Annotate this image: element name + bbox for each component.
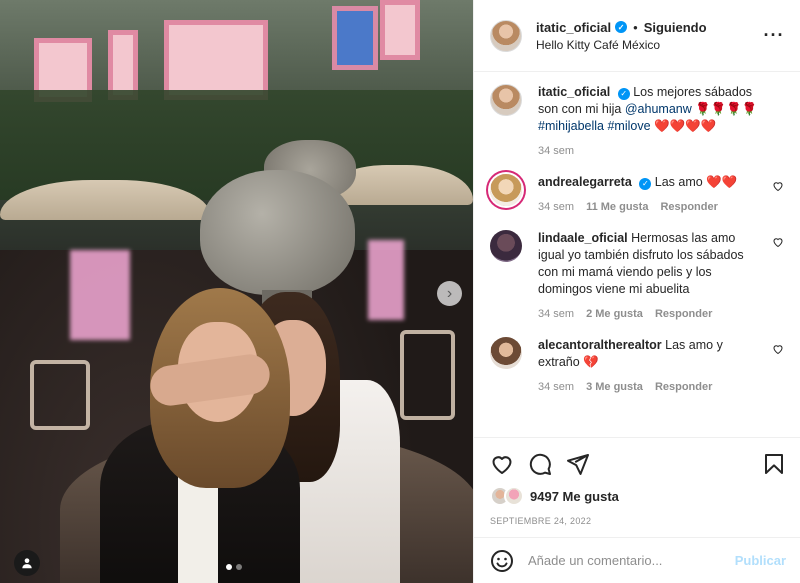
separator-dot: • bbox=[633, 19, 638, 35]
comment-timestamp[interactable]: 34 sem bbox=[538, 306, 574, 323]
carousel-dot bbox=[236, 564, 242, 570]
caption-hashtags[interactable]: #mihijabella #milove bbox=[538, 119, 651, 133]
liker-avatar[interactable] bbox=[504, 486, 524, 506]
building-window bbox=[332, 6, 378, 70]
comment-likes[interactable]: 11 Me gusta bbox=[586, 199, 648, 216]
author-avatar[interactable] bbox=[490, 19, 522, 52]
caption-emojis: 🌹🌹🌹🌹 bbox=[691, 102, 758, 116]
reply-button[interactable]: Responder bbox=[655, 379, 712, 396]
comment: andrealegarreta ✓ Las amo ❤️❤️ 34 sem 11… bbox=[490, 174, 784, 216]
comments-list: itatic_oficial ✓ Los mejores sábados son… bbox=[474, 72, 800, 437]
comment-likes[interactable]: 2 Me gusta bbox=[586, 306, 643, 323]
cafe-chair bbox=[30, 360, 90, 430]
carousel-dot bbox=[226, 564, 232, 570]
next-image-button[interactable]: › bbox=[437, 281, 462, 306]
author-avatar[interactable] bbox=[490, 84, 522, 116]
commenter-avatar[interactable] bbox=[490, 174, 522, 206]
comment-like-icon[interactable] bbox=[772, 236, 784, 248]
reply-button[interactable]: Responder bbox=[660, 199, 717, 216]
comment-timestamp[interactable]: 34 sem bbox=[538, 379, 574, 396]
commenter-username[interactable]: andrealegarreta bbox=[538, 175, 632, 189]
comment-input[interactable] bbox=[528, 553, 735, 568]
comment-composer: Publicar bbox=[474, 537, 800, 583]
comment-like-icon[interactable] bbox=[772, 343, 784, 355]
more-horizontal-icon: ··· bbox=[763, 25, 785, 45]
comment-bubble-icon[interactable] bbox=[528, 452, 552, 476]
smiley-icon[interactable] bbox=[490, 549, 514, 573]
comment: alecantoraltherealtor Las amo y extraño … bbox=[490, 337, 784, 396]
user-tag-button[interactable] bbox=[14, 550, 40, 576]
commenter-username[interactable]: lindaale_oficial bbox=[538, 231, 628, 245]
post-sidebar: itatic_oficial ✓ • Siguiendo Hello Kitty… bbox=[473, 0, 800, 583]
bookmark-icon[interactable] bbox=[762, 452, 786, 476]
verified-badge-icon: ✓ bbox=[639, 177, 652, 190]
cafe-chair bbox=[400, 330, 455, 420]
verified-badge-icon: ✓ bbox=[617, 87, 630, 100]
user-tag-icon bbox=[22, 558, 32, 569]
heart-outline-icon[interactable] bbox=[490, 452, 514, 476]
carousel-indicator bbox=[226, 564, 242, 570]
likes-summary: 9497 Me gusta bbox=[490, 486, 786, 506]
post-date[interactable]: Septiembre 24, 2022 bbox=[490, 516, 786, 526]
caption-username[interactable]: itatic_oficial bbox=[538, 85, 610, 99]
paper-plane-icon[interactable] bbox=[566, 452, 590, 476]
post-header: itatic_oficial ✓ • Siguiendo Hello Kitty… bbox=[474, 0, 800, 72]
building-window bbox=[164, 20, 268, 100]
caption-emojis: ❤️❤️❤️❤️ bbox=[650, 119, 717, 133]
commenter-avatar[interactable] bbox=[490, 337, 522, 369]
reply-button[interactable]: Responder bbox=[655, 306, 712, 323]
instagram-post: › itatic_oficial ✓ • Siguiendo Hello Kit… bbox=[0, 0, 800, 583]
hello-kitty-statue bbox=[200, 170, 355, 295]
commenter-username[interactable]: alecantoraltherealtor bbox=[538, 338, 662, 352]
comment-timestamp[interactable]: 34 sem bbox=[538, 199, 574, 216]
comment-like-icon[interactable] bbox=[772, 180, 784, 192]
chevron-right-icon: › bbox=[446, 284, 453, 302]
publish-button[interactable]: Publicar bbox=[735, 553, 786, 568]
following-button[interactable]: Siguiendo bbox=[644, 20, 707, 35]
post-photo[interactable]: › bbox=[0, 0, 473, 583]
caption-mention-link[interactable]: @ahumanw bbox=[625, 102, 692, 116]
comment-likes[interactable]: 3 Me gusta bbox=[586, 379, 643, 396]
caption-timestamp[interactable]: 34 sem bbox=[538, 143, 574, 160]
likes-count[interactable]: 9497 Me gusta bbox=[530, 489, 619, 504]
verified-badge-icon: ✓ bbox=[615, 21, 628, 33]
commenter-avatar[interactable] bbox=[490, 230, 522, 262]
comment: lindaale_oficial Hermosas las amo igual … bbox=[490, 230, 784, 323]
post-actions: 9497 Me gusta Septiembre 24, 2022 bbox=[474, 437, 800, 537]
author-username[interactable]: itatic_oficial bbox=[536, 20, 611, 35]
more-options-button[interactable]: ··· bbox=[762, 25, 786, 46]
building-window bbox=[380, 0, 420, 60]
location-link[interactable]: Hello Kitty Café México bbox=[536, 38, 762, 52]
caption: itatic_oficial ✓ Los mejores sábados son… bbox=[490, 84, 784, 160]
comment-text: Las amo ❤️❤️ bbox=[654, 175, 738, 189]
